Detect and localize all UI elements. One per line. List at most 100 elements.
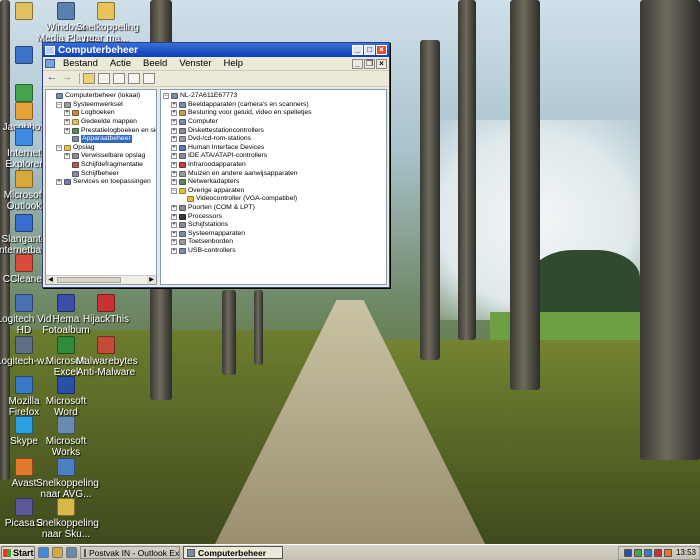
- horizontal-scrollbar[interactable]: ◀ ▶: [46, 275, 156, 284]
- expand-icon[interactable]: +: [171, 170, 177, 177]
- console-tree-node[interactable]: + Prestatielogboeken en signa: [46, 126, 156, 135]
- scroll-thumb[interactable]: [57, 277, 121, 283]
- console-tree-node[interactable]: − Opslag: [46, 144, 156, 153]
- device-tree-node[interactable]: − NL-27A611E67773: [161, 92, 386, 101]
- expand-icon[interactable]: +: [171, 162, 177, 169]
- desktop-icon[interactable]: Microsoft Works: [36, 416, 96, 458]
- expand-icon[interactable]: +: [171, 136, 177, 143]
- expand-icon[interactable]: +: [171, 144, 177, 151]
- device-tree-node[interactable]: + IDE ATA/ATAPI-controllers: [161, 152, 386, 161]
- desktop-icon[interactable]: Malwarebytes Anti-Malware: [76, 336, 138, 378]
- taskbar-button[interactable]: Postvak IN - Outlook Exp...: [80, 546, 180, 559]
- export-list-icon[interactable]: [143, 73, 155, 84]
- console-tree-node[interactable]: − Systeemwerkset: [46, 101, 156, 110]
- forward-arrow-icon[interactable]: →: [61, 72, 73, 84]
- device-tree-node[interactable]: + Diskettestationcontrollers: [161, 126, 386, 135]
- computerbeheer-window[interactable]: Computerbeheer _ □ × Bestand Actie Beeld…: [42, 42, 390, 288]
- console-tree-node[interactable]: Schijfdefragmentatie: [46, 161, 156, 170]
- up-folder-icon[interactable]: [83, 73, 95, 84]
- menu-venster[interactable]: Venster: [173, 58, 217, 69]
- collapse-icon[interactable]: −: [171, 187, 177, 194]
- menu-bestand[interactable]: Bestand: [57, 58, 104, 69]
- help-icon[interactable]: [128, 73, 140, 84]
- expand-icon[interactable]: +: [171, 213, 177, 220]
- network-icon[interactable]: [633, 548, 642, 557]
- device-tree-node[interactable]: − Overige apparaten: [161, 187, 386, 196]
- device-tree-node[interactable]: + Beeldapparaten (camera's en scanners): [161, 101, 386, 110]
- desktop-icon[interactable]: HijackThis: [76, 294, 136, 325]
- console-tree-node[interactable]: + Verwisselbare opslag: [46, 152, 156, 161]
- console-tree-node[interactable]: Apparaatbeheer: [46, 135, 156, 144]
- console-tree-node[interactable]: Schijfbeheer: [46, 169, 156, 178]
- device-tree-node[interactable]: + Infraroodapparaten: [161, 161, 386, 170]
- console-tree-node[interactable]: + Services en toepassingen: [46, 178, 156, 187]
- child-minimize-button[interactable]: _: [352, 58, 363, 69]
- outlook-quicklaunch-icon[interactable]: [52, 547, 63, 558]
- scroll-left-icon[interactable]: ◀: [46, 276, 55, 284]
- expand-icon[interactable]: +: [171, 110, 177, 117]
- avast-tray-icon[interactable]: [663, 548, 672, 557]
- device-tree-node[interactable]: + Processors: [161, 212, 386, 221]
- device-tree-node[interactable]: + Besturing voor geluid, video en spellet…: [161, 109, 386, 118]
- back-arrow-icon[interactable]: ←: [46, 72, 58, 84]
- expand-icon[interactable]: +: [171, 230, 177, 237]
- menu-beeld[interactable]: Beeld: [137, 58, 173, 69]
- desktop-icon[interactable]: Snelkoppeling naar ma...: [76, 2, 139, 44]
- expand-icon[interactable]: +: [171, 153, 177, 160]
- device-tree-node[interactable]: + Human Interface Devices: [161, 144, 386, 153]
- child-close-button[interactable]: ×: [376, 58, 387, 69]
- desktop-icon[interactable]: Snelkoppeling naar Sku...: [36, 498, 99, 540]
- expand-icon[interactable]: +: [64, 127, 70, 134]
- desktop-icon[interactable]: Microsoft Word: [36, 376, 96, 418]
- device-tree-node[interactable]: + Poorten (COM & LPT): [161, 204, 386, 213]
- device-tree-node[interactable]: Videocontroller (VGA-compatibel): [161, 195, 386, 204]
- expand-icon[interactable]: +: [171, 127, 177, 134]
- device-tree-node[interactable]: + Netwerkadapters: [161, 178, 386, 187]
- taskbar-button[interactable]: Computerbeheer: [183, 546, 283, 559]
- expand-icon[interactable]: +: [56, 179, 62, 186]
- minimize-button[interactable]: _: [352, 45, 363, 55]
- expand-icon[interactable]: +: [171, 247, 177, 254]
- expand-icon[interactable]: +: [171, 101, 177, 108]
- maximize-button[interactable]: □: [364, 45, 375, 55]
- device-tree-node[interactable]: + Toetsenborden: [161, 238, 386, 247]
- console-tree-pane[interactable]: Computerbeheer (lokaal) − Systeemwerkset + L…: [45, 89, 157, 285]
- language-icon[interactable]: [623, 548, 632, 557]
- console-tree-node[interactable]: + Gedeelde mappen: [46, 118, 156, 127]
- device-tree-node[interactable]: + Computer: [161, 118, 386, 127]
- collapse-icon[interactable]: −: [56, 144, 62, 151]
- expand-icon[interactable]: +: [64, 110, 70, 117]
- clock[interactable]: 13:53: [676, 548, 696, 557]
- device-tree-node[interactable]: + Muizen en andere aanwijsapparaten: [161, 169, 386, 178]
- menu-help[interactable]: Help: [218, 58, 250, 69]
- menu-actie[interactable]: Actie: [104, 58, 137, 69]
- properties-icon[interactable]: [113, 73, 125, 84]
- device-tree-node[interactable]: + Schijfstations: [161, 221, 386, 230]
- antivirus-icon[interactable]: [643, 548, 652, 557]
- collapse-icon[interactable]: −: [56, 101, 62, 108]
- console-tree-node[interactable]: Computerbeheer (lokaal): [46, 92, 156, 101]
- device-tree-node[interactable]: + Systeemapparaten: [161, 230, 386, 239]
- child-restore-button[interactable]: ❐: [364, 58, 375, 69]
- expand-icon[interactable]: +: [171, 239, 177, 246]
- collapse-icon[interactable]: −: [163, 93, 169, 100]
- security-icon[interactable]: [653, 548, 662, 557]
- expand-icon[interactable]: +: [171, 119, 177, 126]
- device-tree-node[interactable]: + USB-controllers: [161, 247, 386, 256]
- desktop-icon[interactable]: Snelkoppeling naar AVG...: [36, 458, 99, 500]
- window-titlebar[interactable]: Computerbeheer _ □ ×: [43, 43, 389, 57]
- expand-icon[interactable]: +: [171, 179, 177, 186]
- ie-quicklaunch-icon[interactable]: [38, 547, 49, 558]
- expand-icon[interactable]: +: [171, 205, 177, 212]
- expand-icon[interactable]: +: [171, 222, 177, 229]
- device-tree-node[interactable]: + Dvd-/cd-rom-stations: [161, 135, 386, 144]
- console-tree-node[interactable]: + Logboeken: [46, 109, 156, 118]
- device-manager-pane[interactable]: − NL-27A611E67773 + Beeldapparaten (camera'…: [160, 89, 387, 285]
- desktop-quicklaunch-icon[interactable]: [66, 547, 77, 558]
- expand-icon[interactable]: +: [64, 119, 70, 126]
- show-hide-tree-icon[interactable]: [98, 73, 110, 84]
- expand-icon[interactable]: +: [64, 153, 70, 160]
- start-button[interactable]: Start: [1, 545, 35, 560]
- close-button[interactable]: ×: [376, 45, 387, 55]
- scroll-right-icon[interactable]: ▶: [147, 276, 156, 284]
